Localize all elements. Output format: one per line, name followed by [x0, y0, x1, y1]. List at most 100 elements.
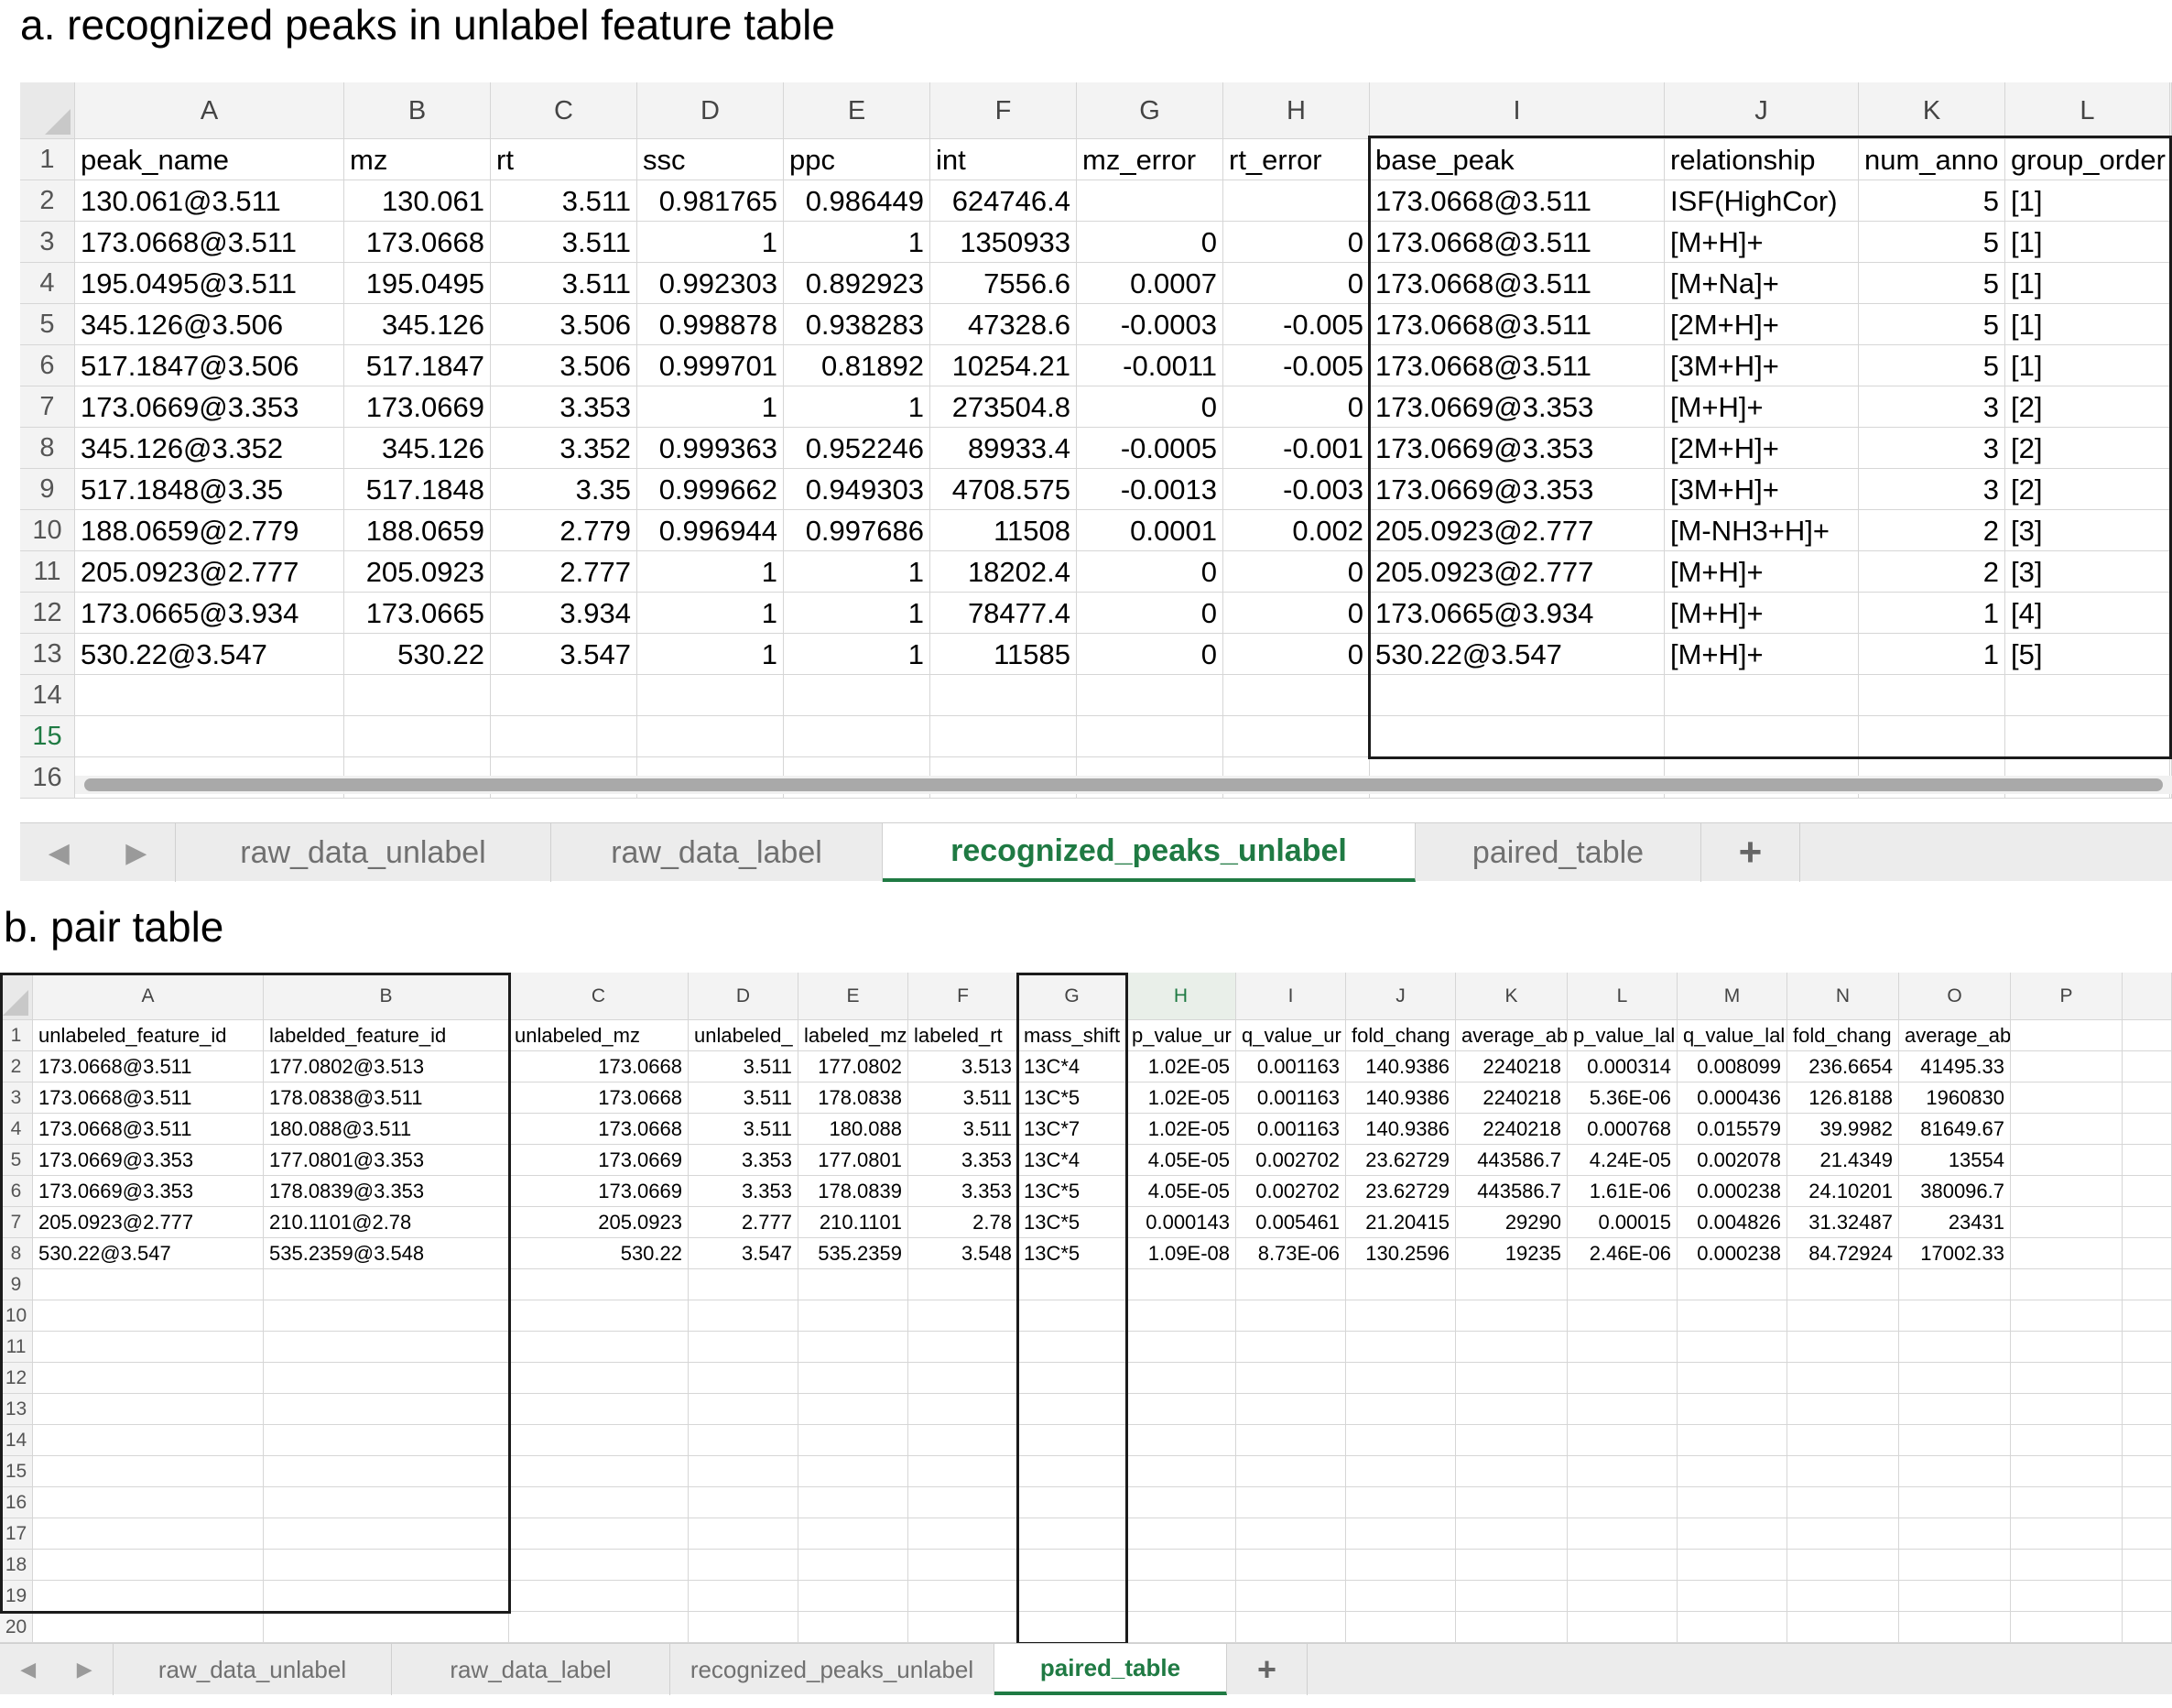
header-cell[interactable]: ppc [784, 139, 930, 180]
row-header[interactable]: 1 [0, 1020, 33, 1051]
horizontal-scrollbar[interactable] [75, 776, 2172, 794]
table-cell[interactable] [689, 1332, 798, 1363]
table-cell[interactable]: 0.000238 [1678, 1238, 1787, 1269]
table-cell[interactable]: 2 [1859, 551, 2005, 593]
header-cell[interactable]: unlabeled_mz [509, 1020, 689, 1051]
table-cell[interactable]: 0.949303 [784, 469, 930, 510]
table-cell[interactable] [1370, 716, 1665, 757]
table-cell[interactable] [33, 1394, 264, 1425]
table-cell[interactable]: 0.002078 [1678, 1145, 1787, 1176]
table-cell[interactable] [1899, 1581, 2011, 1612]
table-cell[interactable] [1678, 1300, 1787, 1332]
table-cell[interactable]: 380096.7 [1899, 1176, 2011, 1207]
table-cell[interactable] [1236, 1487, 1346, 1518]
table-cell[interactable] [798, 1425, 908, 1456]
tab-recognized-peaks-unlabel[interactable]: recognized_peaks_unlabel [670, 1644, 994, 1695]
table-cell[interactable]: 0.992303 [637, 263, 784, 304]
table-cell[interactable] [908, 1425, 1018, 1456]
table-cell[interactable] [689, 1612, 798, 1643]
table-cell[interactable] [1787, 1550, 1899, 1581]
chevron-right-icon[interactable]: ▶ [77, 1658, 92, 1681]
table-cell[interactable]: 3.352 [491, 428, 637, 469]
table-cell[interactable] [689, 1300, 798, 1332]
column-header-f[interactable]: F [908, 973, 1018, 1020]
table-cell[interactable] [930, 716, 1077, 757]
table-cell[interactable] [908, 1363, 1018, 1394]
table-cell[interactable] [689, 1394, 798, 1425]
table-cell[interactable] [1346, 1269, 1456, 1300]
column-header-l[interactable]: L [1568, 973, 1678, 1020]
table-cell[interactable]: 18202.4 [930, 551, 1077, 593]
row-header[interactable]: 1 [20, 139, 75, 180]
table-cell[interactable]: 1.61E-06 [1568, 1176, 1678, 1207]
table-cell[interactable]: 3.511 [908, 1082, 1018, 1114]
table-cell[interactable] [1456, 1425, 1568, 1456]
table-cell[interactable] [1223, 716, 1370, 757]
table-cell[interactable] [509, 1581, 689, 1612]
table-cell[interactable]: 1.09E-08 [1126, 1238, 1236, 1269]
table-cell[interactable] [1018, 1394, 1126, 1425]
header-cell[interactable]: fold_chang [1346, 1020, 1456, 1051]
header-cell[interactable]: p_value_ur [1126, 1020, 1236, 1051]
table-cell[interactable] [689, 1456, 798, 1487]
table-cell[interactable]: -0.003 [1223, 469, 1370, 510]
column-header-d[interactable]: D [637, 82, 784, 139]
table-cell[interactable]: 517.1847 [344, 345, 491, 386]
table-cell[interactable] [689, 1487, 798, 1518]
table-cell[interactable]: 173.0669 [509, 1176, 689, 1207]
table-cell[interactable] [798, 1550, 908, 1581]
header-cell[interactable]: mz [344, 139, 491, 180]
table-cell[interactable]: 1 [1859, 634, 2005, 675]
row-header[interactable]: 3 [20, 222, 75, 263]
table-cell[interactable] [1236, 1456, 1346, 1487]
add-sheet-button[interactable]: + [1227, 1644, 1308, 1695]
table-cell[interactable]: 173.0668 [344, 222, 491, 263]
table-cell[interactable] [1236, 1550, 1346, 1581]
table-cell[interactable]: 205.0923@2.777 [1370, 510, 1665, 551]
table-cell[interactable]: 2240218 [1456, 1114, 1568, 1145]
table-cell[interactable] [1346, 1363, 1456, 1394]
table-cell[interactable]: 4.05E-05 [1126, 1145, 1236, 1176]
table-cell[interactable] [1236, 1518, 1346, 1550]
table-cell[interactable]: 0.001163 [1236, 1051, 1346, 1082]
table-cell[interactable]: [M-NH3+H]+ [1665, 510, 1859, 551]
table-cell[interactable]: [1] [2005, 304, 2170, 345]
table-cell[interactable]: 0 [1223, 634, 1370, 675]
table-cell[interactable] [2011, 1487, 2123, 1518]
table-cell[interactable]: 89933.4 [930, 428, 1077, 469]
table-cell[interactable] [1678, 1269, 1787, 1300]
table-cell[interactable]: 530.22@3.547 [33, 1238, 264, 1269]
table-cell[interactable] [1456, 1300, 1568, 1332]
header-cell[interactable]: peak_name [75, 139, 344, 180]
header-cell[interactable]: mz_error [1077, 139, 1223, 180]
table-cell[interactable] [264, 1300, 509, 1332]
table-cell[interactable]: [2M+H]+ [1665, 428, 1859, 469]
table-cell[interactable]: [1] [2005, 222, 2170, 263]
table-cell[interactable]: 1 [637, 551, 784, 593]
table-cell[interactable] [509, 1456, 689, 1487]
table-cell[interactable] [1236, 1300, 1346, 1332]
table-cell[interactable] [2011, 1425, 2123, 1456]
table-cell[interactable]: 173.0668@3.511 [1370, 345, 1665, 386]
table-cell[interactable]: 1 [637, 222, 784, 263]
table-cell[interactable]: ISF(HighCor) [1665, 180, 1859, 222]
table-cell[interactable] [908, 1456, 1018, 1487]
column-header-n[interactable]: N [1787, 973, 1899, 1020]
table-cell[interactable]: 173.0669@3.353 [75, 386, 344, 428]
table-cell[interactable] [1568, 1581, 1678, 1612]
table-cell[interactable]: 0.938283 [784, 304, 930, 345]
table-cell[interactable]: 3.934 [491, 593, 637, 634]
table-cell[interactable] [1018, 1612, 1126, 1643]
table-cell[interactable] [798, 1332, 908, 1363]
header-cell[interactable]: labelded_feature_id [264, 1020, 509, 1051]
row-header[interactable]: 9 [20, 469, 75, 510]
table-cell[interactable] [1678, 1612, 1787, 1643]
table-cell[interactable]: 173.0669@3.353 [33, 1176, 264, 1207]
table-cell[interactable] [1018, 1332, 1126, 1363]
table-cell[interactable] [1568, 1518, 1678, 1550]
table-cell[interactable]: 1 [637, 386, 784, 428]
table-cell[interactable] [509, 1487, 689, 1518]
table-cell[interactable]: [2M+H]+ [1665, 304, 1859, 345]
table-cell[interactable] [344, 675, 491, 716]
table-cell[interactable]: 173.0665 [344, 593, 491, 634]
